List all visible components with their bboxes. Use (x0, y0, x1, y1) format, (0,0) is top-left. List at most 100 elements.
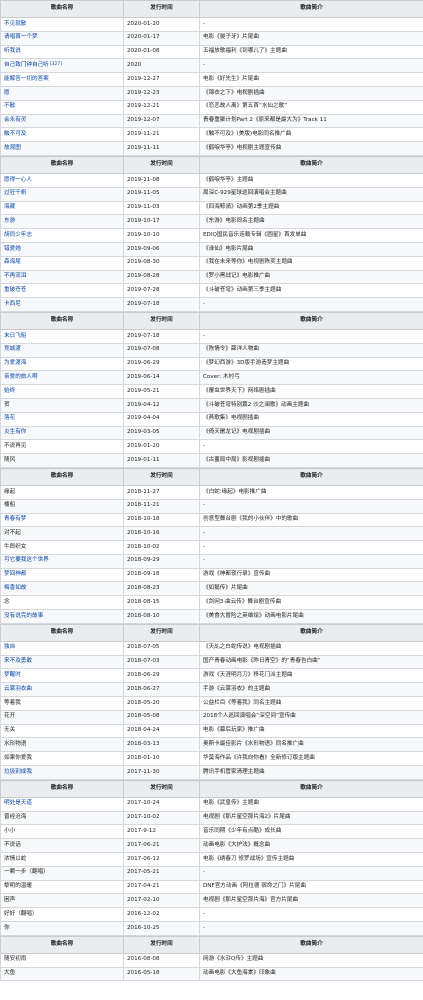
table-row: 你 2016-10-25- (0, 921, 423, 936)
song-name: 不说再见 (4, 442, 27, 449)
release-date-cell: 2019-12-07 (123, 113, 200, 129)
song-link[interactable]: 没有说完的故事 (4, 613, 43, 619)
song-link[interactable]: 亲爱的旅人啊 (4, 374, 38, 380)
song-link[interactable]: 海藏 (4, 204, 15, 210)
song-description-cell: 《古董局中局》影视剧插曲 (199, 453, 423, 468)
song-link[interactable]: 落花 (4, 415, 15, 422)
song-name: 水形物语 (4, 741, 27, 748)
song-link[interactable]: 自己致门钟自己听 (4, 62, 49, 68)
song-link[interactable]: 为爱渡海 (4, 360, 26, 366)
column-header-name: 歌曲名称 (0, 779, 124, 798)
song-link[interactable]: 重破苍苍 (4, 287, 26, 293)
song-link[interactable]: 云裳羽衣曲 (4, 686, 32, 692)
release-date-cell: 2018-05-08 (123, 709, 200, 725)
song-link[interactable]: 明处是天道 (4, 800, 32, 807)
song-description-cell: 腾讯手机管家清理主题曲 (199, 765, 423, 780)
song-name: 念 (4, 598, 10, 605)
song-name-cell: 能解答一切的答案 (0, 72, 124, 87)
song-link[interactable]: 东游 (4, 218, 15, 224)
table-row: 明处是天道 2017-10-24 电影《武皇传》主题曲 (0, 796, 423, 812)
song-description-cell: DNF官方动画《阿拉德 宿命之门》片尾曲 (199, 879, 423, 895)
release-date-cell: 2020-01-20 (123, 17, 200, 32)
column-header-desc: 歌曲简介 (199, 155, 423, 174)
song-table: 歌曲名称 发行时间 歌曲简介 愿得一心人 2019-11-08 《鹤唳华亭》主题曲 过狂千帆… (0, 155, 423, 312)
table-header-row: 歌曲名称 发行时间 歌曲简介 (0, 155, 423, 174)
song-name: 无关 (4, 727, 16, 734)
song-link[interactable]: 错爱她 (4, 246, 21, 252)
song-link[interactable]: 听我说 (4, 48, 21, 54)
song-link[interactable]: 可它要我这个世界 (4, 557, 49, 564)
song-name-cell: 好好（翻唱） (0, 907, 124, 923)
release-date-cell: 2018-06-29 (123, 668, 200, 684)
song-description-cell: 动画电影《大护法》概念曲 (199, 838, 423, 854)
song-link[interactable]: 请唱首一个梦 (4, 34, 38, 41)
song-name-cell: 卡西尼 (0, 297, 124, 312)
song-link[interactable]: 故观图 (4, 145, 21, 151)
song-link[interactable]: 末日飞船 (4, 333, 26, 339)
song-link[interactable]: 胡同少年志 (4, 232, 32, 238)
song-description-cell: 《燕歌集》电视剧插曲 (199, 411, 423, 427)
song-name: 好好（翻唱） (4, 910, 38, 917)
table-row: 不说话 2017-06-21 动画电影《大护法》概念曲 (0, 838, 423, 854)
table-row: 梅香如故 2018-08-23 《如懿传》片尾曲 (0, 581, 423, 597)
song-description-cell: 《鹤唳华亭》电视剧主题宣传曲 (199, 141, 423, 156)
song-description-cell: 五福放歌福利《到哪儿了》主题曲 (199, 44, 423, 60)
song-link[interactable]: 独自 (4, 644, 15, 651)
song-name-cell: 如果你爱我 (0, 751, 124, 767)
column-header-name: 歌曲名称 (0, 155, 124, 174)
song-name-cell: 一颗一步（翻唱） (0, 865, 124, 881)
song-link[interactable]: 垃圾别成我 (4, 769, 32, 775)
release-date-cell: 2019-12-23 (123, 85, 200, 101)
table-row: 一颗一步（翻唱） 2017-05-21- (0, 865, 423, 881)
song-link[interactable]: 来不及勇敢 (4, 658, 32, 664)
song-description-cell: 动画电影《大鱼海棠》印象曲 (199, 966, 423, 982)
song-link[interactable]: 不散 (4, 103, 15, 110)
song-name-cell: 森海尾 (0, 255, 124, 271)
song-link[interactable]: 炎生有你 (4, 429, 26, 435)
song-description-cell: 创意型舞台剧《我的小伙伴》中的歌曲 (199, 512, 423, 528)
column-header-name: 歌曲名称 (0, 311, 124, 330)
release-date-cell: 2019-12-27 (123, 72, 200, 87)
song-link[interactable]: 青春有梦 (4, 516, 26, 522)
song-name-cell: 云裳羽衣曲 (0, 682, 124, 698)
song-link[interactable]: 始终 (4, 388, 15, 394)
reference-link[interactable]: [327] (50, 62, 62, 67)
song-name-cell: 东游 (0, 214, 124, 230)
song-link[interactable]: 不见就散 (4, 21, 26, 27)
song-link[interactable]: 触不可及 (4, 131, 26, 137)
song-description-cell: 电影《好先生》片尾曲 (199, 72, 423, 87)
song-link[interactable]: 愿 (4, 90, 10, 96)
song-description-cell: 《触不可及》(美版)电影同名推广曲 (199, 127, 423, 143)
song-link[interactable]: 愿得一心人 (4, 177, 32, 183)
song-description-cell: 《东游》电影同名主题曲 (199, 214, 423, 230)
release-date-cell: 2018-11-21 (123, 498, 200, 514)
song-link[interactable]: 过狂千帆 (4, 190, 26, 197)
song-description-cell: 国产青春动画电影《昨日青空》的“青春告白曲” (199, 654, 423, 670)
song-name: 困声 (4, 897, 16, 904)
song-name-cell: 对不起 (0, 526, 124, 542)
song-name-cell: 听我说 (0, 44, 124, 60)
song-name: 花开 (4, 713, 16, 720)
song-name-cell: 末日飞船 (0, 328, 124, 344)
table-header-row: 歌曲名称 发行时间 歌曲简介 (0, 935, 423, 954)
song-link[interactable]: 梦回神都 (4, 571, 26, 577)
song-name-cell: 触不可及 (0, 127, 124, 143)
song-name-cell: 贺 (0, 397, 124, 413)
song-link[interactable]: 梅香如故 (4, 585, 26, 591)
column-header-desc: 歌曲简介 (199, 779, 423, 798)
song-link[interactable]: 能解答一切的答案 (4, 76, 49, 82)
song-link[interactable]: 竞城渡 (4, 346, 21, 353)
song-link[interactable]: 卡西尼 (4, 301, 21, 307)
song-name: 缘起 (4, 488, 16, 495)
table-row: 自己致门钟自己听[327] 2020- (0, 58, 423, 74)
release-date-cell: 2016-10-25 (123, 921, 200, 936)
song-link[interactable]: 森海尾 (4, 259, 21, 266)
song-description-cell: 《锦衣之下》电视剧插曲 (199, 85, 423, 101)
song-name-cell: 明处是天道 (0, 796, 124, 812)
column-header-desc: 歌曲简介 (199, 311, 423, 330)
song-name-cell: 自己致门钟自己听[327] (0, 58, 124, 74)
song-link[interactable]: 梦醒时 (4, 672, 21, 678)
song-link[interactable]: 会永有灵 (4, 117, 26, 123)
song-link[interactable]: 不再流泪 (4, 273, 26, 279)
song-name-cell: 亲爱的旅人啊 (0, 370, 124, 386)
